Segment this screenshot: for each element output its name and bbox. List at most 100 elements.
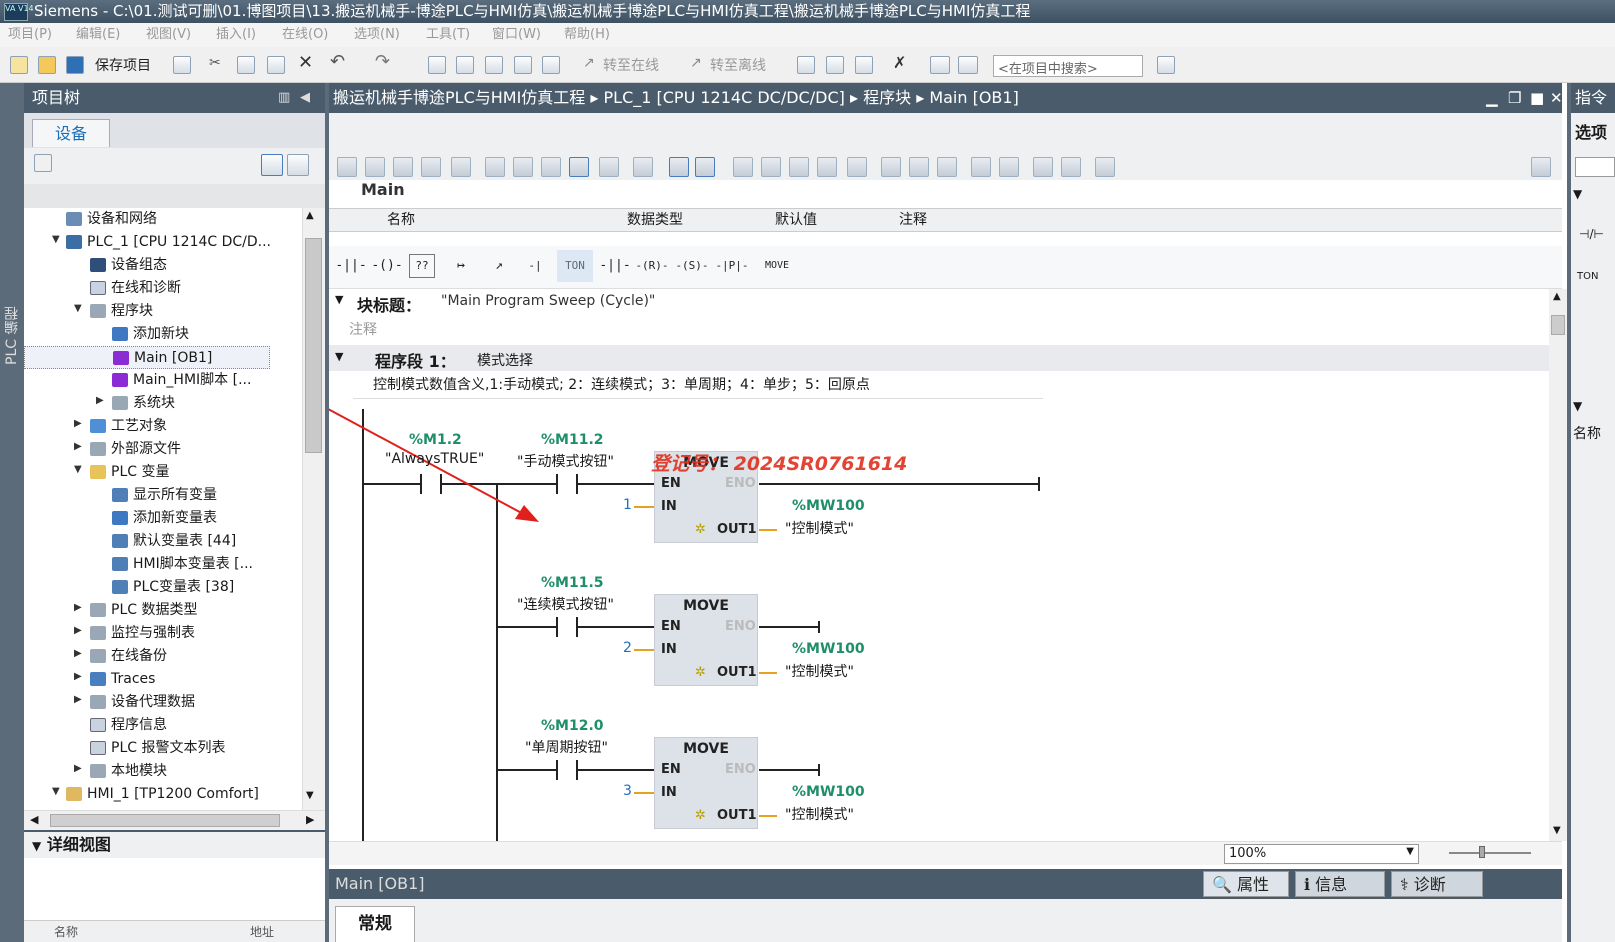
editor-vertical-scrollbar[interactable]: ▲ ▼ bbox=[1549, 289, 1567, 841]
breadcrumb-plc[interactable]: PLC_1 [CPU 1214C DC/DC/DC] bbox=[604, 88, 845, 107]
tree-item-external-sources[interactable]: 外部源文件 bbox=[90, 438, 181, 461]
move-block-3[interactable]: MOVE EN ENO IN ✲ OUT1 bbox=[654, 737, 758, 829]
contact-2-symbol[interactable]: "手动模式按钮" bbox=[517, 451, 614, 471]
tree-item-local-modules[interactable]: 本地模块 bbox=[90, 760, 167, 783]
reset-icon[interactable] bbox=[451, 157, 471, 177]
split-horizontal-icon[interactable] bbox=[930, 56, 950, 74]
chevron-down-icon[interactable]: ▼ bbox=[1406, 846, 1414, 857]
close-branch-button[interactable]: ↗ bbox=[483, 250, 515, 282]
tree-item-hmi1[interactable]: HMI_1 [TP1200 Comfort] bbox=[66, 783, 259, 806]
tree-item-plc1[interactable]: PLC_1 [CPU 1214C DC/D... bbox=[66, 231, 271, 254]
paste-icon[interactable] bbox=[267, 56, 285, 74]
move-1-in-value[interactable]: 1 bbox=[623, 497, 632, 513]
collapse-arrow-icon[interactable]: ▶ bbox=[74, 418, 82, 429]
search-go-icon[interactable] bbox=[1157, 56, 1175, 74]
insert-network-icon[interactable] bbox=[337, 157, 357, 177]
devices-tab[interactable]: 设备 bbox=[32, 119, 110, 147]
basic-collapse-icon[interactable]: ▼ bbox=[1573, 399, 1582, 413]
menu-options[interactable]: 选项(N) bbox=[354, 23, 400, 47]
contact-3-address[interactable]: %M11.5 bbox=[541, 575, 604, 591]
detail-view-header[interactable]: ▼ 详细视图 bbox=[24, 830, 325, 858]
tree-item-tech-objects[interactable]: 工艺对象 bbox=[90, 415, 167, 438]
tree-horizontal-scrollbar[interactable]: ◀ ▶ bbox=[24, 810, 325, 830]
absolute-address-icon[interactable] bbox=[599, 157, 619, 177]
tree-item-device-config[interactable]: 设备组态 bbox=[90, 254, 167, 277]
tree-item-program-blocks[interactable]: 程序块 bbox=[90, 300, 153, 323]
no-contact-fav-button[interactable]: -||- bbox=[599, 250, 631, 282]
upload-icon[interactable] bbox=[485, 56, 503, 74]
breadcrumb-project[interactable]: 搬运机械手博途PLC与HMI仿真工程 bbox=[333, 88, 585, 107]
next-icon[interactable] bbox=[817, 157, 837, 177]
tree-item-add-tag-table[interactable]: 添加新变量表 bbox=[112, 507, 217, 530]
collapse-arrow-icon[interactable]: ▶ bbox=[74, 763, 82, 774]
scroll-down-icon[interactable]: ▼ bbox=[306, 790, 314, 801]
menu-insert[interactable]: 插入(I) bbox=[216, 23, 256, 47]
tab-general[interactable]: 常规 bbox=[335, 906, 415, 942]
zoom-slider-thumb[interactable] bbox=[1479, 846, 1485, 858]
scroll-right-icon[interactable]: ▶ bbox=[306, 813, 314, 826]
goto-icon[interactable] bbox=[761, 157, 781, 177]
scroll-up-icon[interactable]: ▲ bbox=[1553, 291, 1561, 302]
go-online-button[interactable]: 转至在线 bbox=[603, 55, 659, 75]
scroll-left-icon[interactable]: ◀ bbox=[30, 813, 38, 826]
open-all-networks-icon[interactable] bbox=[485, 157, 505, 177]
contact-1-address[interactable]: %M1.2 bbox=[409, 432, 462, 448]
no-contact-button[interactable]: -||- bbox=[335, 250, 367, 282]
contact-4-address[interactable]: %M12.0 bbox=[541, 718, 604, 734]
collapse-arrow-icon[interactable]: ▶ bbox=[74, 441, 82, 452]
collapse-arrow-icon[interactable]: ▶ bbox=[96, 395, 104, 406]
operand-display-icon[interactable] bbox=[633, 157, 653, 177]
compile-icon[interactable] bbox=[428, 56, 446, 74]
panel-layout-icon[interactable]: ▥ bbox=[278, 83, 290, 113]
pos-edge-button[interactable]: -|P|- bbox=[713, 250, 751, 282]
zoom-slider[interactable] bbox=[1449, 852, 1531, 854]
tree-item-main-ob1[interactable]: Main [OB1] bbox=[24, 346, 270, 369]
expand-arrow-icon[interactable]: ▼ bbox=[74, 303, 82, 314]
print-icon[interactable] bbox=[173, 56, 191, 74]
minimize-icon[interactable]: ▁ bbox=[1486, 83, 1498, 113]
tree-item-watch-tables[interactable]: 监控与强制表 bbox=[90, 622, 195, 645]
nav-branch-icon[interactable] bbox=[937, 157, 957, 177]
nav-back-icon[interactable] bbox=[881, 157, 901, 177]
show-list-icon[interactable] bbox=[669, 157, 689, 177]
move-button[interactable]: MOVE bbox=[757, 250, 797, 282]
show-favorites-icon[interactable] bbox=[695, 157, 715, 177]
contact-4-symbol[interactable]: "单周期按钮" bbox=[525, 737, 608, 757]
menu-tools[interactable]: 工具(T) bbox=[426, 23, 470, 47]
col-default[interactable]: 默认值 bbox=[775, 209, 817, 231]
stop-cpu-icon[interactable] bbox=[855, 56, 873, 74]
comment-toggle-icon[interactable] bbox=[569, 157, 589, 177]
call-hierarchy-icon[interactable] bbox=[999, 157, 1019, 177]
tree-item-hmi-script-tags[interactable]: HMI脚本变量表 [... bbox=[112, 553, 253, 576]
expand-arrow-icon[interactable]: ▼ bbox=[52, 234, 60, 245]
close-all-networks-icon[interactable] bbox=[513, 157, 533, 177]
split-vertical-icon[interactable] bbox=[958, 56, 978, 74]
delete-network-icon[interactable] bbox=[365, 157, 385, 177]
collapse-arrow-icon[interactable]: ▶ bbox=[74, 625, 82, 636]
tab-info[interactable]: ℹ 信息 bbox=[1295, 871, 1385, 897]
tree-item-online-backups[interactable]: 在线备份 bbox=[90, 645, 167, 668]
call-environment-icon[interactable] bbox=[971, 157, 991, 177]
menu-project[interactable]: 项目(P) bbox=[8, 23, 52, 47]
detail-collapse-icon[interactable]: ▼ bbox=[32, 839, 41, 853]
tree-item-system-blocks[interactable]: 系统块 bbox=[112, 392, 175, 415]
start-cpu-icon[interactable] bbox=[826, 56, 844, 74]
tree-item-devices-networks[interactable]: 设备和网络 bbox=[66, 208, 157, 231]
zoom-select[interactable]: 100% ▼ bbox=[1224, 844, 1419, 864]
plc-programming-tab[interactable]: PLC 编程 bbox=[2, 296, 22, 376]
insert-row-icon[interactable] bbox=[393, 157, 413, 177]
device-view-icon[interactable] bbox=[287, 154, 309, 176]
new-project-icon[interactable] bbox=[10, 56, 28, 74]
menu-help[interactable]: 帮助(H) bbox=[564, 23, 610, 47]
tree-hscroll-thumb[interactable] bbox=[50, 814, 280, 827]
float-icon[interactable]: ❐ bbox=[1508, 83, 1521, 113]
move-1-out-symbol[interactable]: "控制模式" bbox=[785, 518, 854, 538]
tree-item-traces[interactable]: Traces bbox=[90, 668, 155, 691]
coil-button[interactable]: -()- bbox=[371, 250, 403, 282]
monitor-on-icon[interactable] bbox=[1033, 157, 1053, 177]
breadcrumb-program-blocks[interactable]: 程序块 bbox=[863, 88, 911, 107]
options-input[interactable] bbox=[1575, 157, 1615, 177]
nav-step-icon[interactable] bbox=[909, 157, 929, 177]
cross-reference-icon[interactable]: ✗ bbox=[893, 53, 906, 72]
empty-box-button[interactable]: ?? bbox=[409, 254, 435, 278]
